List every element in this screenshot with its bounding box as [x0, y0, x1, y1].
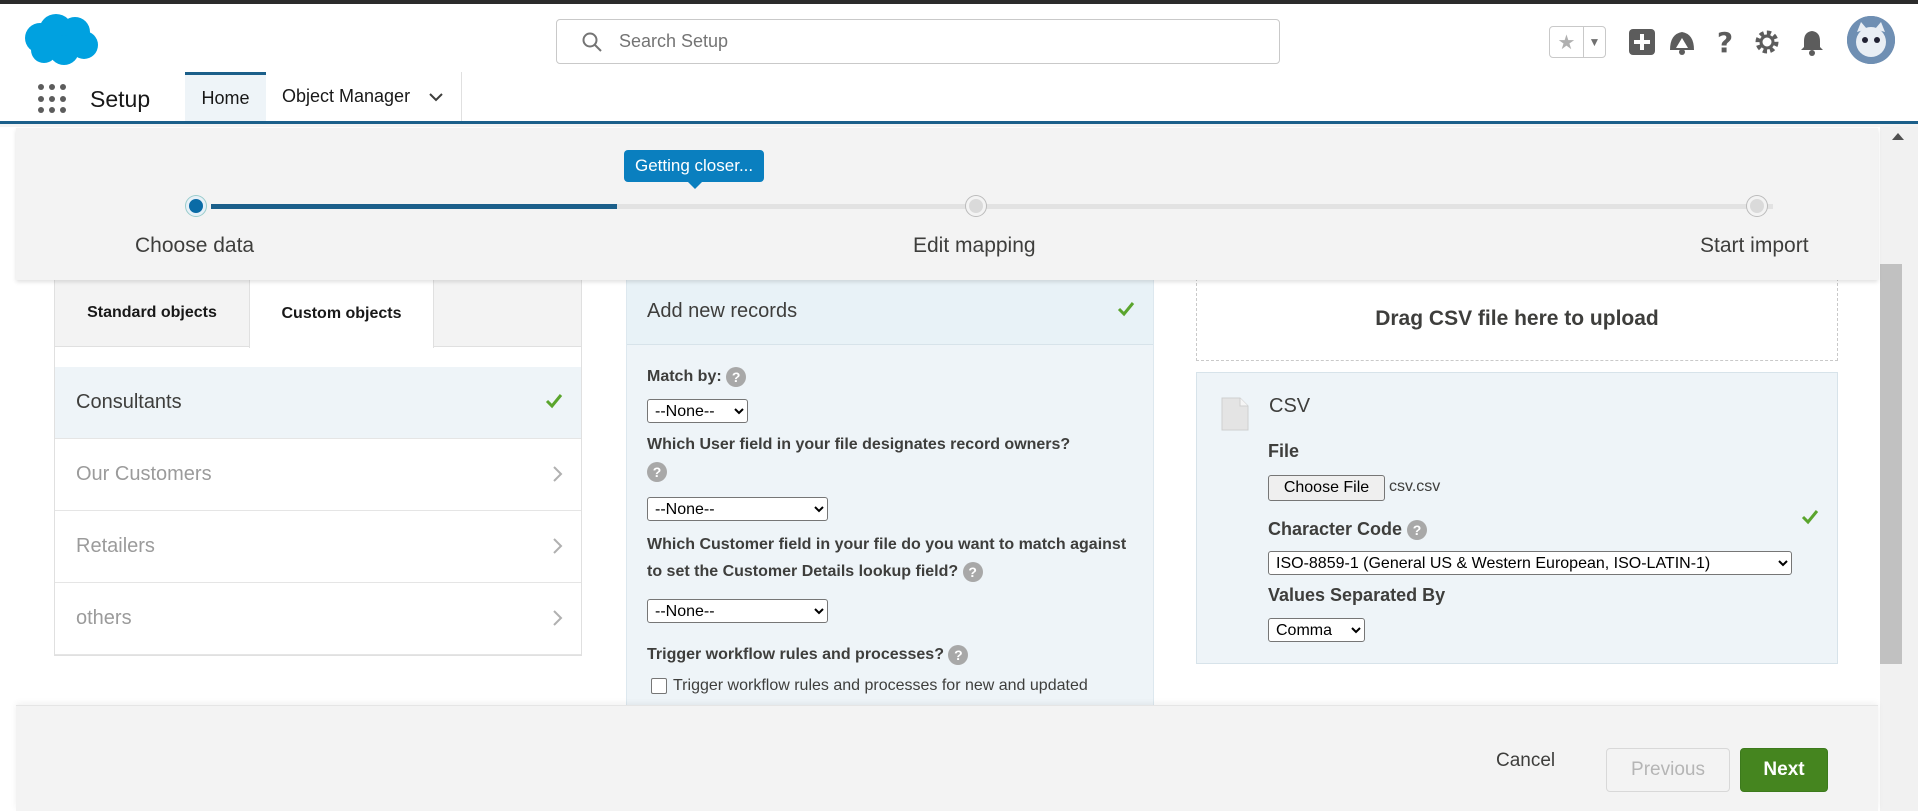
tab-object-manager-label: Object Manager: [282, 86, 411, 106]
chevron-down-icon[interactable]: ▼: [1584, 27, 1605, 57]
step-dot-start-import[interactable]: [1747, 196, 1767, 216]
page-scrollbar[interactable]: [1880, 127, 1918, 811]
help-icon[interactable]: ?: [948, 644, 969, 665]
object-item-label: Our Customers: [76, 463, 212, 485]
star-icon[interactable]: ★: [1550, 27, 1584, 57]
checkmark-icon: [545, 394, 563, 409]
match-by-select[interactable]: --None--: [647, 399, 748, 423]
step-label-start-import: Start import: [1700, 234, 1809, 257]
chevron-right-icon: [553, 466, 563, 482]
global-header: ★ ▼ ?: [0, 0, 1918, 72]
action-options-panel: Add new records Match by: ? --None-- Whi…: [626, 278, 1154, 708]
action-heading: Add new records: [647, 300, 798, 322]
progress-track: [211, 204, 1773, 209]
workflow-checkbox-row[interactable]: Trigger workflow rules and processes for…: [651, 677, 1088, 695]
scroll-up-arrow-icon[interactable]: [1892, 133, 1904, 140]
progress-tooltip: Getting closer...: [624, 150, 765, 189]
csv-dropzone[interactable]: Drag CSV file here to upload: [1196, 278, 1838, 361]
search-input[interactable]: [619, 31, 1219, 52]
choose-file-button[interactable]: Choose File: [1268, 475, 1385, 501]
help-icon[interactable]: ?: [962, 561, 983, 582]
separator-label: Values Separated By: [1268, 585, 1446, 605]
svg-text:?: ?: [1717, 27, 1733, 57]
tab-object-manager[interactable]: Object Manager: [266, 72, 462, 121]
step-dot-choose-data[interactable]: [186, 196, 206, 216]
owner-field-text: Which User field in your file designates…: [647, 436, 1071, 453]
checkmark-icon: [1117, 302, 1135, 317]
workflow-label: Trigger workflow rules and processes? ?: [647, 641, 969, 668]
bell-icon[interactable]: [1796, 26, 1828, 58]
object-item-others[interactable]: others: [55, 583, 581, 655]
user-avatar[interactable]: [1847, 16, 1895, 64]
gear-icon[interactable]: [1751, 26, 1783, 58]
step-label-edit-mapping: Edit mapping: [913, 234, 1036, 257]
customer-field-label: Which Customer field in your file do you…: [647, 531, 1137, 585]
favorites-control: ★ ▼: [1549, 26, 1606, 58]
match-by-text: Match by:: [647, 368, 722, 385]
chevron-right-icon: [553, 610, 563, 626]
setup-nav-bar: Setup Home Object Manager: [0, 72, 1918, 124]
app-name: Setup: [90, 86, 151, 112]
step-label-choose-data: Choose data: [135, 234, 255, 257]
workflow-checkbox-label: Trigger workflow rules and processes for…: [673, 677, 1088, 694]
help-icon[interactable]: ?: [1709, 26, 1741, 58]
help-icon[interactable]: ?: [1407, 520, 1428, 541]
progress-fill: [211, 204, 618, 209]
character-code-label: Character Code ?: [1268, 519, 1428, 541]
wizard-footer: Cancel Previous Next: [16, 705, 1878, 811]
object-type-tabs: Standard objects Custom objects: [55, 279, 581, 348]
object-item-label: Retailers: [76, 535, 155, 557]
help-icon[interactable]: ?: [647, 461, 667, 482]
search-icon: [582, 32, 602, 52]
tab-standard-objects[interactable]: Standard objects: [55, 279, 249, 347]
help-icon[interactable]: ?: [726, 366, 747, 387]
app-launcher-icon[interactable]: [38, 84, 68, 114]
next-button[interactable]: Next: [1740, 748, 1828, 792]
csv-source-title: CSV: [1269, 395, 1311, 417]
customer-field-select[interactable]: --None--: [647, 599, 828, 623]
step-dot-edit-mapping[interactable]: [966, 196, 986, 216]
workflow-checkbox[interactable]: [651, 678, 667, 694]
character-code-text: Character Code: [1268, 519, 1403, 539]
trailhead-icon[interactable]: [1666, 26, 1698, 58]
object-item-retailers[interactable]: Retailers: [55, 511, 581, 583]
add-icon[interactable]: [1626, 26, 1658, 58]
selected-file-name: csv.csv: [1389, 478, 1441, 495]
separator-select[interactable]: Comma: [1268, 618, 1365, 642]
checkmark-icon: [1801, 510, 1819, 525]
character-code-select[interactable]: ISO-8859-1 (General US & Western Europea…: [1268, 551, 1792, 575]
salesforce-logo[interactable]: [20, 12, 100, 68]
object-type-panel: Standard objects Custom objects Consulta…: [54, 278, 582, 656]
file-label: File: [1268, 441, 1300, 461]
owner-field-label: Which User field in your file designates…: [647, 431, 1137, 485]
tab-custom-objects[interactable]: Custom objects: [249, 279, 434, 348]
object-item-label: others: [76, 607, 132, 629]
customer-field-text: Which Customer field in your file do you…: [647, 536, 1127, 580]
workflow-text: Trigger workflow rules and processes?: [647, 646, 944, 663]
chevron-down-icon[interactable]: [427, 88, 445, 106]
file-icon: [1221, 397, 1249, 431]
scroll-thumb[interactable]: [1880, 264, 1902, 664]
action-add-new-records[interactable]: Add new records: [627, 279, 1153, 345]
object-item-label: Consultants: [76, 391, 182, 413]
cancel-button[interactable]: Cancel: [1496, 750, 1555, 772]
chevron-right-icon: [553, 538, 563, 554]
match-by-label: Match by: ?: [647, 363, 747, 390]
owner-field-select[interactable]: --None--: [647, 497, 828, 521]
tab-home[interactable]: Home: [185, 72, 266, 121]
search-setup-box[interactable]: [556, 19, 1280, 64]
wizard-progress: Getting closer... Choose data Edit mappi…: [16, 128, 1878, 280]
object-item-consultants[interactable]: Consultants: [55, 367, 581, 439]
previous-button[interactable]: Previous: [1606, 748, 1730, 792]
object-item-our-customers[interactable]: Our Customers: [55, 439, 581, 511]
csv-source-panel[interactable]: CSV File Choose File csv.csv Character C…: [1196, 372, 1838, 664]
